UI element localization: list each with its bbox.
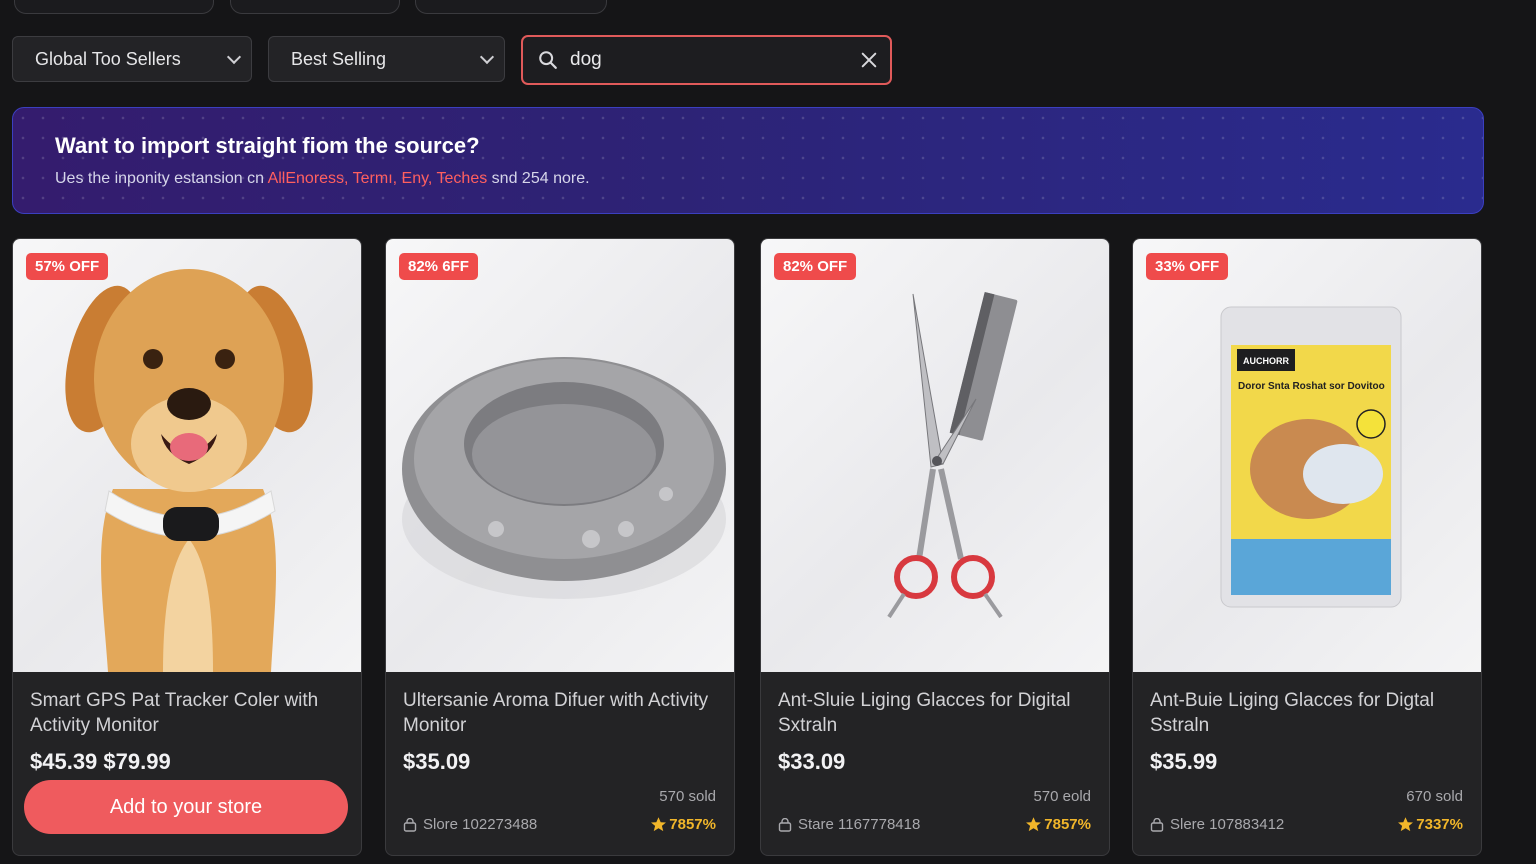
store-info[interactable]: Stare 1167778418 — [778, 816, 920, 833]
star-icon — [1026, 817, 1042, 832]
top-tab-3[interactable] — [415, 0, 607, 14]
discount-badge: 57% OFF — [26, 253, 109, 280]
region-select-value: Global Too Sellers — [35, 48, 181, 69]
banner-sources-link[interactable]: AllEnoress, Termı, Eny, Teches — [268, 170, 488, 187]
product-title[interactable]: Ant-Buie Liging Glacces for Digtal Sstra… — [1150, 688, 1460, 738]
banner-text-after: snd 254 nore. — [487, 170, 590, 187]
product-image-grooming-scissors[interactable]: 82% OFF — [761, 239, 1109, 672]
product-card[interactable]: AUCHORR Doror Snta Roshat sor Dovitoo 33… — [1132, 238, 1482, 856]
search-value[interactable]: dog — [570, 49, 860, 71]
search-input[interactable]: dog — [521, 35, 892, 85]
sold-count: 570 sold — [659, 788, 716, 805]
sold-count: 570 eold — [1033, 788, 1091, 805]
product-title[interactable]: Ultersanie Aroma Difuer with Activity Mo… — [403, 688, 713, 738]
rating-value: 7857% — [1044, 816, 1091, 833]
top-tab-1[interactable] — [14, 0, 214, 14]
rating-value: 7337% — [1416, 816, 1463, 833]
banner-title: Want to import straight fiom the source? — [55, 133, 480, 158]
rating: 7337% — [1397, 816, 1463, 833]
store-icon — [1150, 817, 1164, 832]
product-title[interactable]: Smart GPS Pat Tracker Coler with Activit… — [30, 688, 340, 738]
package-illustration: AUCHORR Doror Snta Roshat sor Dovitoo — [1220, 306, 1402, 608]
product-card[interactable]: 57% OFF Smart GPS Pat Tracker Coler with… — [12, 238, 362, 856]
store-id: Slore 102273488 — [423, 816, 538, 833]
product-image-treat-package[interactable]: AUCHORR Doror Snta Roshat sor Dovitoo 33… — [1133, 239, 1481, 672]
rating: 7857% — [1025, 816, 1091, 833]
product-card[interactable]: 82% OFF Ant-Sluie Liging Glacces for Dig… — [760, 238, 1110, 856]
store-info[interactable]: Slore 102273488 — [403, 816, 537, 833]
banner-text-before: Ues the inponity estansion cn — [55, 170, 268, 187]
store-icon — [778, 817, 792, 832]
product-image-dog-collar[interactable]: 57% OFF — [13, 239, 361, 672]
sort-select[interactable]: Best Selling — [268, 36, 505, 82]
store-id: Slere 107883412 — [1170, 816, 1285, 833]
discount-badge: 82% 6FF — [399, 253, 478, 280]
product-image-pet-bed[interactable]: 82% 6FF — [386, 239, 734, 672]
product-card[interactable]: 82% 6FF Ultersanie Aroma Difuer with Act… — [385, 238, 735, 856]
sold-count: 670 sold — [1406, 788, 1463, 805]
discount-badge: 33% OFF — [1146, 253, 1229, 280]
product-price: $45.39 $79.99 — [30, 749, 171, 774]
package-headline: Doror Snta Roshat sor Dovitoo — [1238, 381, 1385, 392]
region-select[interactable]: Global Too Sellers — [12, 36, 252, 82]
star-icon — [1398, 817, 1414, 832]
package-brand: AUCHORR — [1243, 356, 1289, 366]
store-icon — [403, 817, 417, 832]
rating: 7857% — [650, 816, 716, 833]
banner-text: Ues the inponity estansion cn AllEnoress… — [55, 170, 1441, 188]
star-icon — [651, 817, 667, 832]
add-to-store-button[interactable]: Add to your store — [24, 780, 348, 834]
product-price: $33.09 — [778, 749, 846, 774]
discount-badge: 82% OFF — [774, 253, 857, 280]
top-tab-2[interactable] — [230, 0, 400, 14]
product-price: $35.09 — [403, 749, 471, 774]
rating-value: 7857% — [669, 816, 716, 833]
pet-bed-illustration — [402, 357, 726, 599]
product-title[interactable]: Ant-Sluie Liging Glacces for Digital Sxt… — [778, 688, 1088, 738]
dog-illustration — [65, 269, 313, 672]
search-icon — [539, 51, 557, 69]
scissors-comb-illustration — [887, 292, 1018, 619]
chevron-down-icon — [479, 49, 495, 64]
chevron-down-icon — [226, 49, 242, 64]
import-banner: Want to import straight fiom the source?… — [12, 107, 1484, 214]
close-icon[interactable] — [860, 51, 878, 69]
store-info[interactable]: Slere 107883412 — [1150, 816, 1284, 833]
product-price: $35.99 — [1150, 749, 1218, 774]
store-id: Stare 1167778418 — [798, 816, 921, 833]
sort-select-value: Best Selling — [291, 48, 387, 69]
